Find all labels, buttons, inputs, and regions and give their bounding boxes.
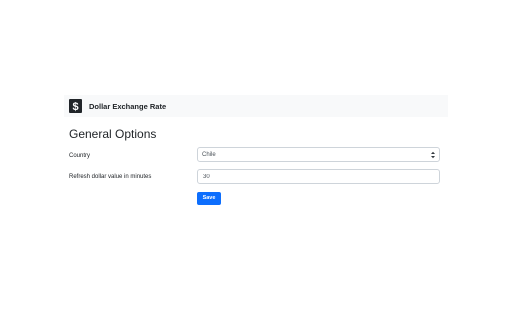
- brand-title: Dollar Exchange Rate: [89, 101, 167, 111]
- save-button[interactable]: Save: [197, 192, 221, 205]
- svg-text:$: $: [72, 101, 78, 112]
- dollar-sign-icon: $: [69, 99, 82, 113]
- country-select[interactable]: Chile: [197, 147, 440, 162]
- options-page: $ Dollar Exchange Rate General Options C…: [0, 0, 512, 320]
- page-title: General Options: [69, 127, 157, 141]
- navbar: $ Dollar Exchange Rate: [64, 95, 448, 117]
- country-select-value: Chile: [202, 151, 216, 158]
- select-arrows-icon: [431, 151, 435, 159]
- refresh-interval-input[interactable]: [197, 169, 440, 184]
- refresh-interval-label: Refresh dollar value in minutes: [69, 174, 152, 180]
- country-label: Country: [69, 153, 91, 159]
